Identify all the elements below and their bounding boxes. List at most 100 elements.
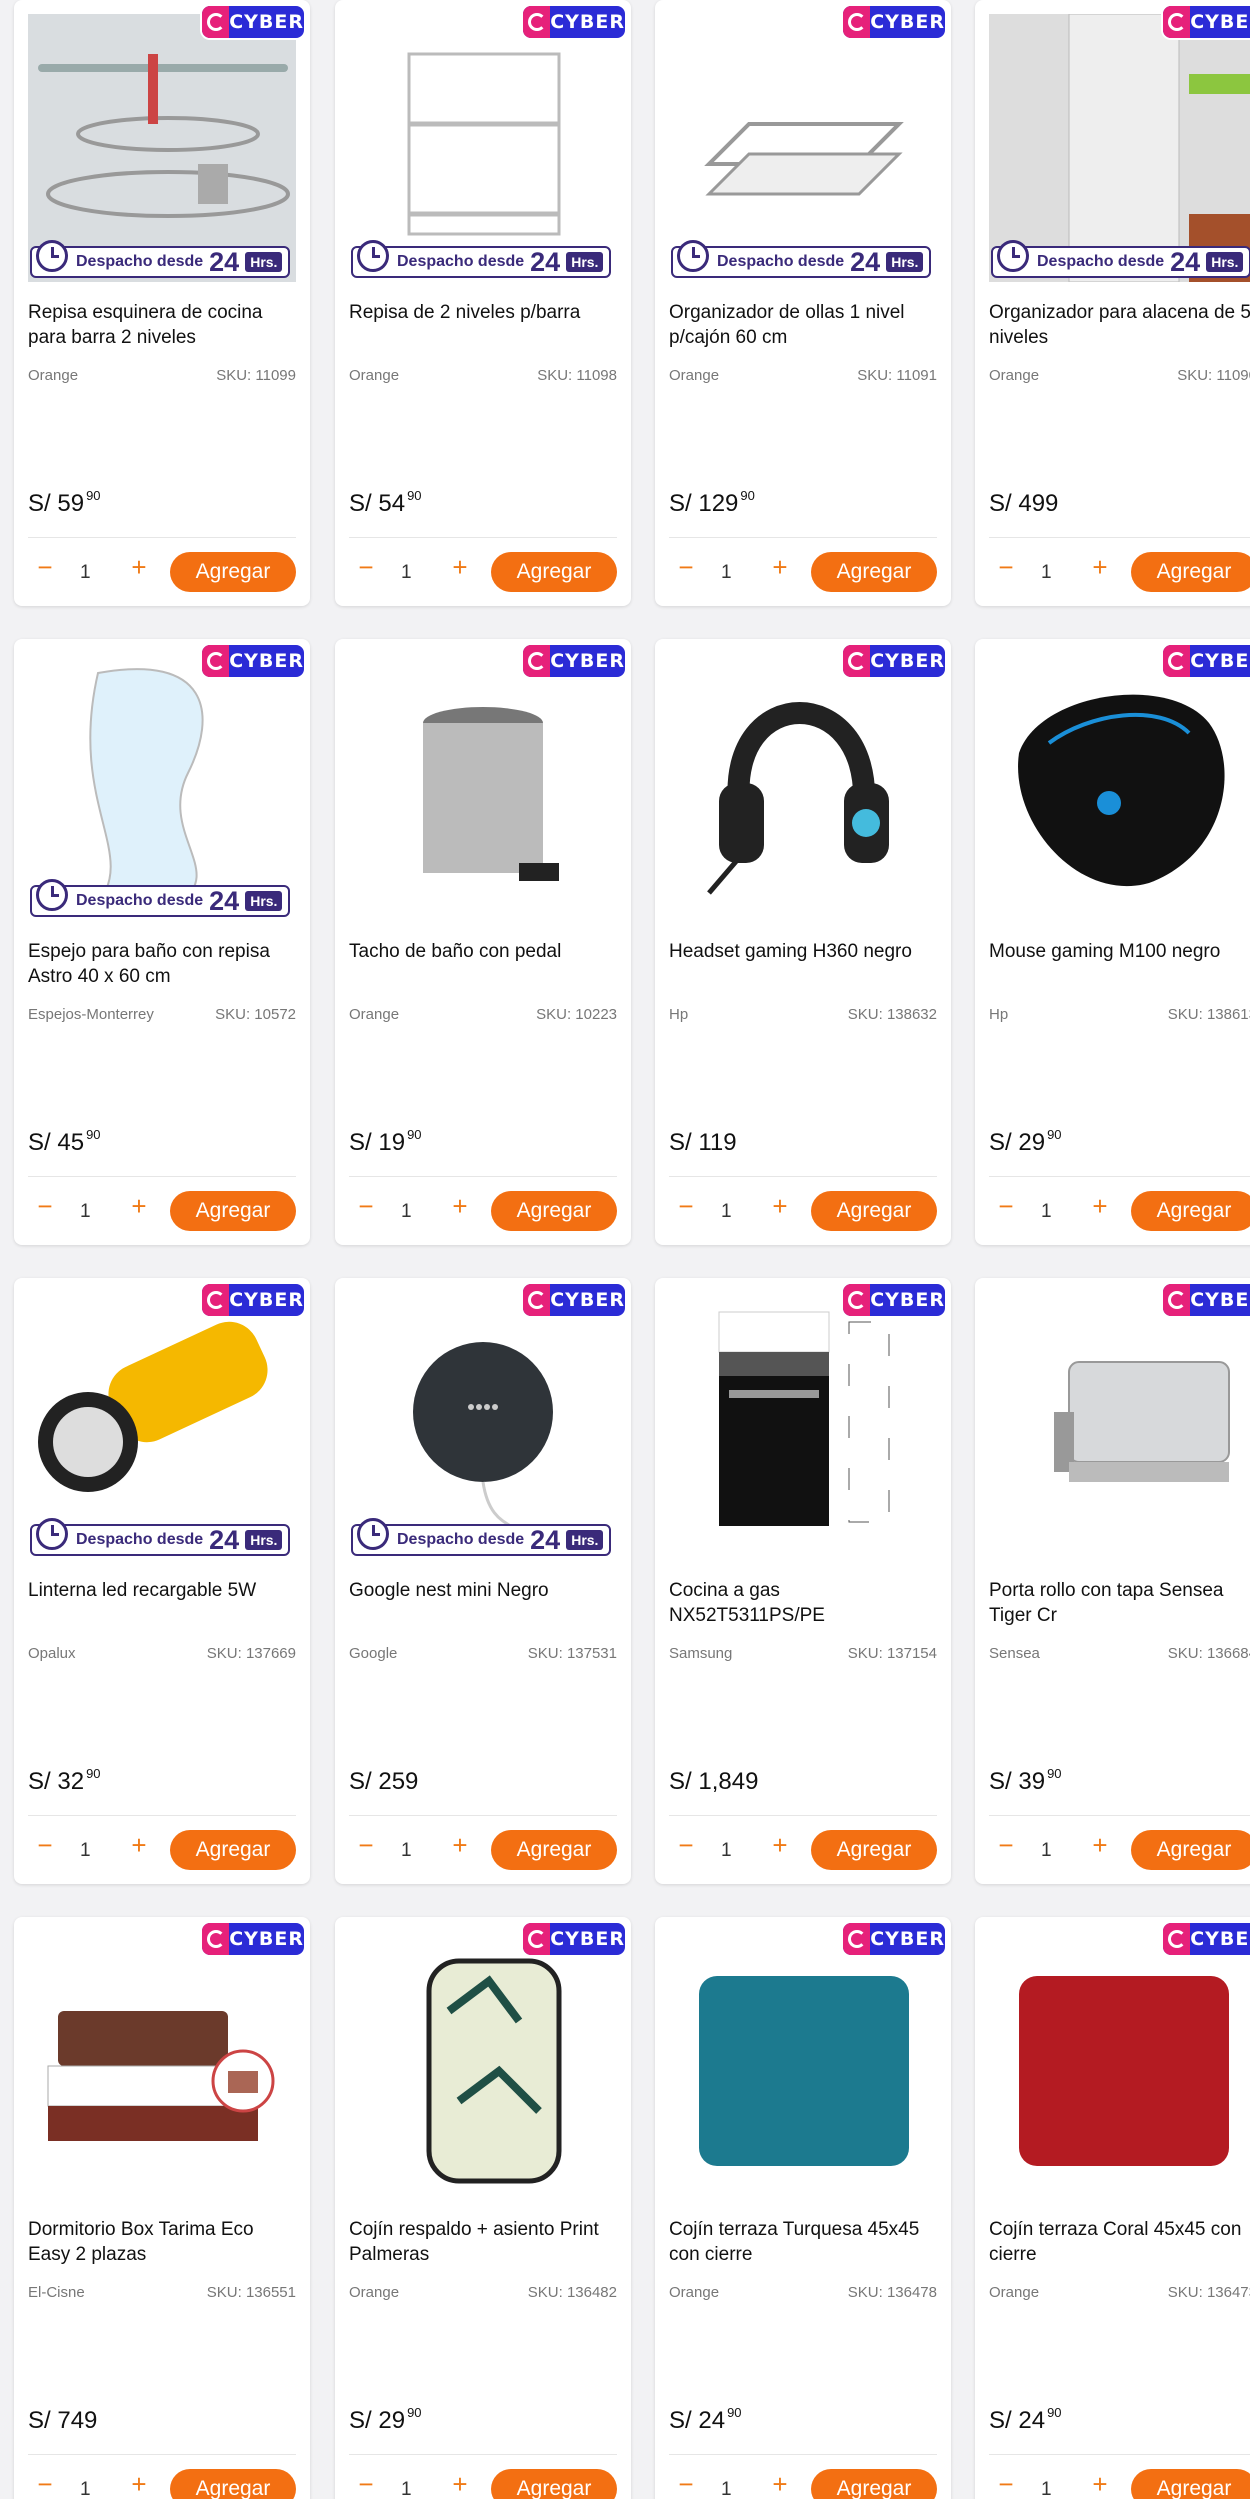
add-to-cart-button[interactable]: Agregar <box>1131 1191 1250 1231</box>
quantity-value[interactable]: 1 <box>721 2479 732 2499</box>
increase-quantity-button[interactable]: + <box>765 1830 795 1860</box>
product-name[interactable]: Headset gaming H360 negro <box>669 939 937 964</box>
add-to-cart-button[interactable]: Agregar <box>491 2469 617 2499</box>
product-name[interactable]: Organizador de ollas 1 nivel p/cajón 60 … <box>669 300 937 350</box>
product-image[interactable] <box>669 1292 937 1560</box>
add-to-cart-button[interactable]: Agregar <box>170 1830 296 1870</box>
product-image[interactable] <box>349 1292 617 1560</box>
decrease-quantity-button[interactable]: − <box>351 552 381 582</box>
decrease-quantity-button[interactable]: − <box>351 1830 381 1860</box>
product-card[interactable]: CYBER Cojín terraza Coral 45x45 con cier… <box>975 1917 1250 2499</box>
product-name[interactable]: Google nest mini Negro <box>349 1578 617 1603</box>
product-image[interactable] <box>349 14 617 282</box>
product-image[interactable] <box>669 653 937 921</box>
increase-quantity-button[interactable]: + <box>445 2469 475 2499</box>
product-image[interactable] <box>349 1931 617 2199</box>
decrease-quantity-button[interactable]: − <box>991 1191 1021 1221</box>
product-image[interactable] <box>989 14 1250 282</box>
product-image[interactable] <box>28 1931 296 2199</box>
increase-quantity-button[interactable]: + <box>124 1830 154 1860</box>
quantity-value[interactable]: 1 <box>1041 1201 1052 1223</box>
increase-quantity-button[interactable]: + <box>765 1191 795 1221</box>
product-image[interactable] <box>669 1931 937 2199</box>
add-to-cart-button[interactable]: Agregar <box>170 2469 296 2499</box>
increase-quantity-button[interactable]: + <box>765 552 795 582</box>
increase-quantity-button[interactable]: + <box>445 1830 475 1860</box>
increase-quantity-button[interactable]: + <box>765 2469 795 2499</box>
product-name[interactable]: Tacho de baño con pedal <box>349 939 617 964</box>
quantity-value[interactable]: 1 <box>401 1201 412 1223</box>
product-name[interactable]: Espejo para baño con repisa Astro 40 x 6… <box>28 939 296 989</box>
product-name[interactable]: Cojín terraza Coral 45x45 con cierre <box>989 2217 1250 2267</box>
product-image[interactable] <box>669 14 937 282</box>
increase-quantity-button[interactable]: + <box>1085 1191 1115 1221</box>
decrease-quantity-button[interactable]: − <box>671 1830 701 1860</box>
product-image[interactable] <box>28 14 296 282</box>
product-name[interactable]: Mouse gaming M100 negro <box>989 939 1250 964</box>
product-card[interactable]: CYBER Tacho de baño con pedal Orange SKU… <box>335 639 631 1245</box>
product-card[interactable]: CYBER Despacho desde 24 Hrs. Organizador… <box>975 0 1250 606</box>
product-image[interactable] <box>989 1292 1250 1560</box>
increase-quantity-button[interactable]: + <box>124 2469 154 2499</box>
increase-quantity-button[interactable]: + <box>124 552 154 582</box>
product-card[interactable]: CYBER Dormitorio Box Tarima Eco Easy 2 p… <box>14 1917 310 2499</box>
decrease-quantity-button[interactable]: − <box>30 2469 60 2499</box>
decrease-quantity-button[interactable]: − <box>30 1830 60 1860</box>
product-card[interactable]: CYBER Despacho desde 24 Hrs. Linterna le… <box>14 1278 310 1884</box>
increase-quantity-button[interactable]: + <box>1085 2469 1115 2499</box>
add-to-cart-button[interactable]: Agregar <box>491 1830 617 1870</box>
add-to-cart-button[interactable]: Agregar <box>811 552 937 592</box>
decrease-quantity-button[interactable]: − <box>671 1191 701 1221</box>
product-card[interactable]: CYBER Cocina a gas NX52T5311PS/PE Samsun… <box>655 1278 951 1884</box>
decrease-quantity-button[interactable]: − <box>671 552 701 582</box>
increase-quantity-button[interactable]: + <box>1085 1830 1115 1860</box>
increase-quantity-button[interactable]: + <box>445 1191 475 1221</box>
product-image[interactable] <box>28 653 296 921</box>
decrease-quantity-button[interactable]: − <box>991 552 1021 582</box>
product-card[interactable]: CYBER Despacho desde 24 Hrs. Organizador… <box>655 0 951 606</box>
quantity-value[interactable]: 1 <box>1041 562 1052 584</box>
product-image[interactable] <box>28 1292 296 1560</box>
decrease-quantity-button[interactable]: − <box>351 2469 381 2499</box>
decrease-quantity-button[interactable]: − <box>30 1191 60 1221</box>
quantity-value[interactable]: 1 <box>401 1840 412 1862</box>
quantity-value[interactable]: 1 <box>80 2479 91 2499</box>
product-card[interactable]: CYBER Despacho desde 24 Hrs. Repisa de 2… <box>335 0 631 606</box>
add-to-cart-button[interactable]: Agregar <box>811 1830 937 1870</box>
add-to-cart-button[interactable]: Agregar <box>1131 2469 1250 2499</box>
add-to-cart-button[interactable]: Agregar <box>170 1191 296 1231</box>
product-name[interactable]: Repisa de 2 niveles p/barra <box>349 300 617 325</box>
product-card[interactable]: CYBER Despacho desde 24 Hrs. Google nest… <box>335 1278 631 1884</box>
decrease-quantity-button[interactable]: − <box>351 1191 381 1221</box>
quantity-value[interactable]: 1 <box>721 1201 732 1223</box>
add-to-cart-button[interactable]: Agregar <box>1131 1830 1250 1870</box>
product-name[interactable]: Repisa esquinera de cocina para barra 2 … <box>28 300 296 350</box>
product-name[interactable]: Dormitorio Box Tarima Eco Easy 2 plazas <box>28 2217 296 2267</box>
product-name[interactable]: Porta rollo con tapa Sensea Tiger Cr <box>989 1578 1250 1628</box>
product-card[interactable]: CYBER Porta rollo con tapa Sensea Tiger … <box>975 1278 1250 1884</box>
quantity-value[interactable]: 1 <box>721 1840 732 1862</box>
quantity-value[interactable]: 1 <box>1041 1840 1052 1862</box>
quantity-value[interactable]: 1 <box>401 2479 412 2499</box>
product-card[interactable]: CYBER Headset gaming H360 negro Hp SKU: … <box>655 639 951 1245</box>
product-name[interactable]: Cojín terraza Turquesa 45x45 con cierre <box>669 2217 937 2267</box>
increase-quantity-button[interactable]: + <box>1085 552 1115 582</box>
add-to-cart-button[interactable]: Agregar <box>170 552 296 592</box>
product-card[interactable]: CYBER Mouse gaming M100 negro Hp SKU: 13… <box>975 639 1250 1245</box>
quantity-value[interactable]: 1 <box>80 1840 91 1862</box>
decrease-quantity-button[interactable]: − <box>671 2469 701 2499</box>
product-card[interactable]: CYBER Cojín respaldo + asiento Print Pal… <box>335 1917 631 2499</box>
add-to-cart-button[interactable]: Agregar <box>491 1191 617 1231</box>
product-name[interactable]: Linterna led recargable 5W <box>28 1578 296 1603</box>
quantity-value[interactable]: 1 <box>80 562 91 584</box>
decrease-quantity-button[interactable]: − <box>30 552 60 582</box>
quantity-value[interactable]: 1 <box>401 562 412 584</box>
add-to-cart-button[interactable]: Agregar <box>811 1191 937 1231</box>
product-name[interactable]: Organizador para alacena de 5 niveles <box>989 300 1250 350</box>
decrease-quantity-button[interactable]: − <box>991 1830 1021 1860</box>
product-image[interactable] <box>989 1931 1250 2199</box>
product-image[interactable] <box>349 653 617 921</box>
quantity-value[interactable]: 1 <box>721 562 732 584</box>
increase-quantity-button[interactable]: + <box>124 1191 154 1221</box>
product-image[interactable] <box>989 653 1250 921</box>
